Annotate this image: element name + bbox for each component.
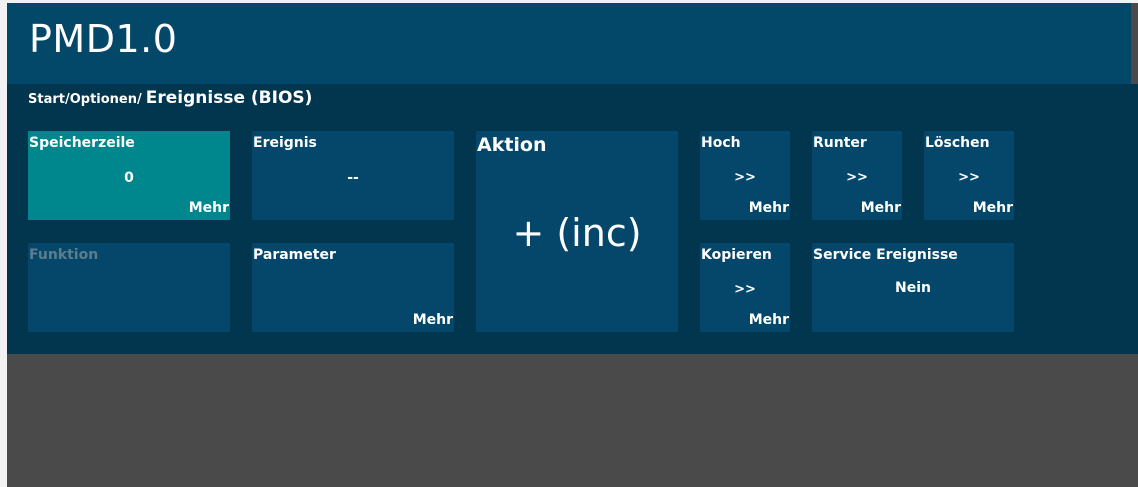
tile-funktion[interactable]: Funktion [28, 243, 230, 332]
left-border [0, 0, 7, 487]
tile-aktion[interactable]: Aktion + (inc) [476, 131, 678, 332]
tile-kopieren-label: Kopieren [701, 247, 772, 263]
app-title: PMD1.0 [29, 17, 178, 61]
tile-aktion-label: Aktion [477, 134, 547, 156]
tile-loeschen[interactable]: Löschen >> Mehr [924, 131, 1014, 220]
app-header: PMD1.0 [7, 3, 1131, 84]
tile-hoch[interactable]: Hoch >> Mehr [700, 131, 790, 220]
tile-speicherzeile-label: Speicherzeile [29, 135, 135, 151]
tile-service-ereignisse-label: Service Ereignisse [813, 247, 958, 263]
tile-funktion-label: Funktion [29, 247, 99, 263]
tile-speicherzeile-value: 0 [124, 170, 134, 186]
tile-speicherzeile[interactable]: Speicherzeile 0 Mehr [28, 131, 230, 220]
tile-parameter-label: Parameter [253, 247, 336, 263]
tile-ereignis[interactable]: Ereignis -- [252, 131, 454, 220]
tile-loeschen-more: Mehr [972, 200, 1013, 216]
tile-parameter[interactable]: Parameter Mehr [252, 243, 454, 332]
breadcrumb-path[interactable]: Start/Optionen/ [28, 92, 142, 107]
tile-runter-label: Runter [813, 135, 867, 151]
tile-runter[interactable]: Runter >> Mehr [812, 131, 902, 220]
tile-hoch-more: Mehr [748, 200, 789, 216]
tile-parameter-more: Mehr [412, 312, 453, 328]
tile-kopieren-arrows: >> [734, 282, 756, 297]
tile-runter-arrows: >> [846, 170, 868, 185]
tile-runter-more: Mehr [860, 200, 901, 216]
breadcrumb-current: Ereignisse (BIOS) [145, 88, 313, 108]
tile-kopieren[interactable]: Kopieren >> Mehr [700, 243, 790, 332]
breadcrumb: Start/Optionen/Ereignisse (BIOS) [28, 88, 312, 108]
tile-speicherzeile-more: Mehr [188, 200, 229, 216]
tile-kopieren-more: Mehr [748, 312, 789, 328]
tile-service-ereignisse-value: Nein [895, 280, 931, 296]
tile-aktion-value: + (inc) [512, 211, 642, 255]
tile-loeschen-label: Löschen [925, 135, 990, 151]
tile-hoch-arrows: >> [734, 170, 756, 185]
tile-loeschen-arrows: >> [958, 170, 980, 185]
tile-service-ereignisse[interactable]: Service Ereignisse Nein [812, 243, 1014, 332]
tile-ereignis-value: -- [347, 170, 359, 186]
tile-hoch-label: Hoch [701, 135, 741, 151]
tile-ereignis-label: Ereignis [253, 135, 317, 151]
